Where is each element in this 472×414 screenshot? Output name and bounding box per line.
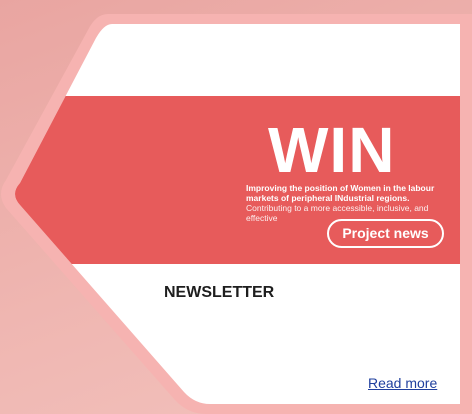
section-heading: NEWSLETTER (164, 284, 275, 301)
tagline-bold: Improving the position of Women in the l… (246, 183, 435, 203)
read-more-link[interactable]: Read more (368, 375, 437, 391)
newsletter-card: WIN Improving the position of Women in t… (0, 0, 472, 414)
banner-tagline: Improving the position of Women in the l… (246, 183, 436, 223)
banner-title: WIN (268, 114, 396, 186)
project-news-button[interactable]: Project news (327, 219, 444, 248)
